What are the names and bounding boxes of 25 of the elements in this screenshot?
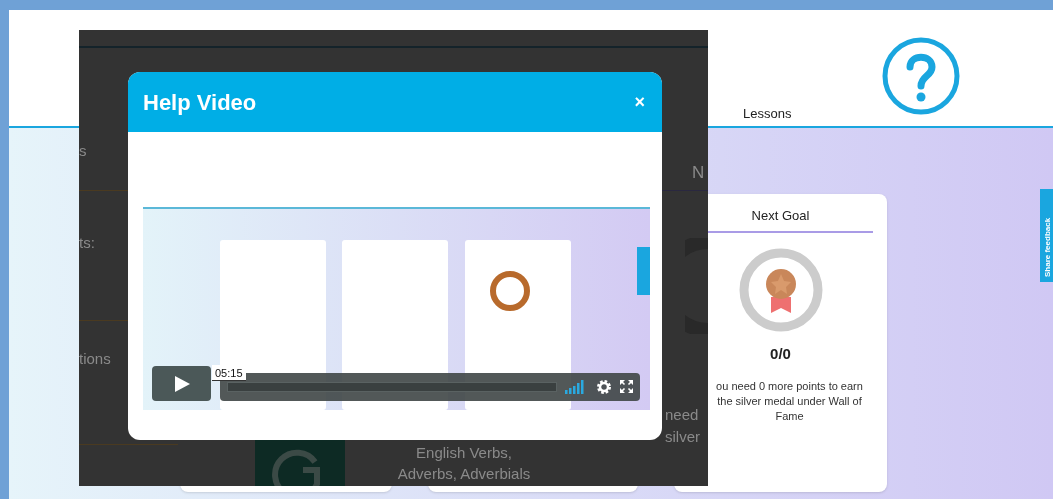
play-icon (172, 374, 191, 393)
help-icon[interactable] (881, 36, 962, 116)
medal-icon (737, 246, 824, 333)
fullscreen-icon[interactable] (620, 380, 633, 393)
goal-message: Fame (775, 409, 804, 424)
volume-icon[interactable] (565, 380, 587, 394)
goal-message: ou need 0 more points to earn (716, 379, 863, 394)
dimmed-text: need (665, 405, 699, 425)
close-button[interactable]: × (634, 93, 645, 111)
play-button[interactable] (152, 366, 211, 401)
dimmed-text: English Verbs, (416, 443, 512, 463)
dimmed-text: N (692, 162, 705, 184)
dimmed-text: Adverbs, Adverbials (397, 464, 531, 484)
nav-link[interactable]: Lessons (743, 104, 792, 124)
dimmed-text: s (79, 141, 87, 161)
dialog-title: Help Video (143, 88, 257, 117)
settings-icon[interactable] (596, 379, 612, 395)
goal-message: the silver medal under Wall of (717, 394, 862, 409)
feedback-tab[interactable]: Share feedback (1040, 189, 1053, 282)
dimmed-text: tions (79, 349, 111, 369)
dimmed-text: ts: (79, 233, 95, 253)
dimmed-text: silver (665, 427, 700, 447)
goal-score: 0/0 (770, 343, 791, 364)
time-tooltip: 05:15 (212, 365, 246, 381)
dimmed-thumbnail-icon (255, 440, 345, 486)
